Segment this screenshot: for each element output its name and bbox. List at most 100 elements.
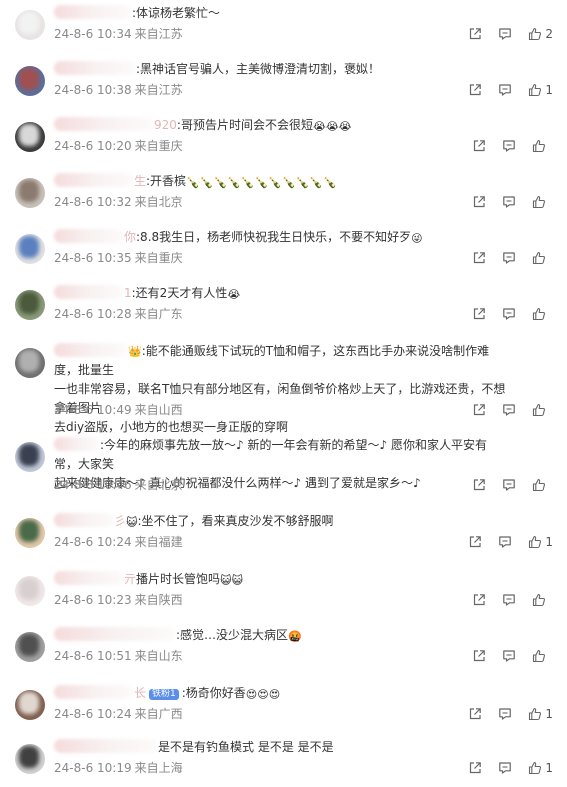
comment-button[interactable] [502,251,516,265]
share-button[interactable] [472,478,486,492]
share-button[interactable] [468,535,482,549]
username-tail[interactable]: 你 [124,230,136,244]
comment-button[interactable] [498,27,512,41]
like-button[interactable]: 1 [528,707,553,721]
comment-icon [502,307,516,321]
avatar[interactable] [15,442,45,472]
avatar[interactable] [15,348,45,378]
comment-line: :今年的麻烦事先放一放～♪ 新的一年会有新的希望～♪ 愿你和家人平安有常，大家笑 [54,438,487,471]
username-blurred[interactable] [54,437,100,451]
avatar[interactable] [15,66,45,96]
comment-meta: 24-8-6 10:32 来自北京 [54,194,183,210]
username-blurred[interactable] [54,173,134,187]
comment-meta: 24-8-6 10:34 来自江苏 [54,26,183,42]
share-button[interactable] [472,307,486,321]
username-blurred[interactable] [54,5,132,19]
like-button[interactable]: 2 [528,27,553,41]
share-icon [468,535,482,549]
comment-button[interactable] [498,535,512,549]
avatar[interactable] [15,122,45,152]
username-tail[interactable]: 生 [134,174,146,188]
comment-actions [456,647,553,665]
username-blurred[interactable] [54,343,128,357]
username-blurred[interactable] [54,571,124,585]
avatar[interactable] [15,290,45,320]
username-blurred[interactable] [54,685,134,699]
username-blurred[interactable] [54,285,124,299]
username-blurred[interactable] [54,229,124,243]
avatar[interactable] [15,518,45,548]
share-button[interactable] [472,649,486,663]
like-button[interactable] [532,195,553,209]
comment-button[interactable] [502,478,516,492]
comment-button[interactable] [498,707,512,721]
location: 来自重庆 [134,251,183,265]
comment-button[interactable] [498,761,512,775]
comment-button[interactable] [502,195,516,209]
username-tail[interactable]: 彡 [114,514,126,528]
like-button[interactable] [532,307,553,321]
comment-button[interactable] [502,307,516,321]
share-button[interactable] [468,761,482,775]
like-button[interactable]: 1 [528,761,553,775]
share-icon [468,27,482,41]
comment-body: :哥预告片时间会不会很短 [176,118,313,132]
comment-icon [498,83,512,97]
emoji-icon: 🍾 [227,176,241,189]
share-button[interactable] [468,83,482,97]
comment-item: 彡😺:坐不住了，看来真皮沙发不够舒服啊 24-8-6 10:24 来自福建 1 [0,512,567,561]
username-blurred[interactable] [54,61,136,75]
comment-item: 920:哥预告片时间会不会很短😭😭😭 24-8-6 10:20 来自重庆 [0,116,567,165]
share-button[interactable] [472,195,486,209]
like-button[interactable] [532,403,553,417]
username-blurred[interactable] [54,117,154,131]
comment-body: :开香槟 [146,174,187,188]
like-count: 2 [545,27,553,41]
share-button[interactable] [468,707,482,721]
like-button[interactable] [532,478,553,492]
emoji-icon: 😍 [245,688,258,701]
avatar[interactable] [15,744,45,774]
comment-text: :体谅杨老繁忙～ [54,4,507,23]
share-button[interactable] [472,403,486,417]
username-tail[interactable]: 1 [124,286,132,300]
comment-button[interactable] [502,403,516,417]
username-tail[interactable]: 920 [154,118,177,132]
avatar[interactable] [15,632,45,662]
avatar[interactable] [15,690,45,720]
comment-button[interactable] [498,83,512,97]
comment-button[interactable] [502,593,516,607]
share-button[interactable] [468,27,482,41]
share-icon [468,707,482,721]
share-button[interactable] [472,593,486,607]
username-blurred[interactable] [54,739,158,753]
share-button[interactable] [472,251,486,265]
share-icon [472,478,486,492]
comment-button[interactable] [502,139,516,153]
like-button[interactable] [532,649,553,663]
avatar[interactable] [15,234,45,264]
like-button[interactable]: 1 [528,83,553,97]
like-button[interactable] [532,251,553,265]
username-tail[interactable]: 长 [134,686,146,700]
username-blurred[interactable] [54,513,114,527]
username-tail[interactable]: 亓 [124,572,136,586]
avatar[interactable] [15,576,45,606]
location: 来自山西 [134,403,183,417]
emoji-icon: 🍾 [240,176,255,189]
like-count: 1 [545,707,553,721]
avatar[interactable] [15,10,45,40]
username-blurred[interactable] [54,627,176,641]
like-button[interactable]: 1 [528,535,553,549]
comment-body: 播片时长管饱吗 [136,572,221,586]
location: 来自广西 [134,707,183,721]
location: 来自广东 [134,307,183,321]
like-button[interactable] [532,139,553,153]
comment-text: 彡😺:坐不住了，看来真皮沙发不够舒服啊 [54,512,507,531]
comment-button[interactable] [502,649,516,663]
like-button[interactable] [532,593,553,607]
share-button[interactable] [472,139,486,153]
comment-meta: 24-8-6 10:49 来自山西 [54,402,183,418]
timestamp: 24-8-6 10:24 [54,535,132,549]
avatar[interactable] [15,178,45,208]
